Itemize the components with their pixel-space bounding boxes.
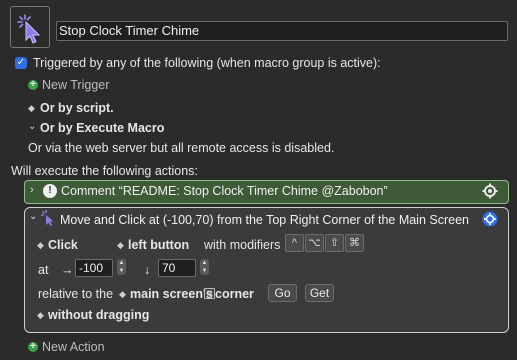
updown-chevron-icon: ◆ (37, 310, 44, 320)
new-trigger-button[interactable]: New Trigger (42, 78, 109, 92)
cursor-click-icon (17, 14, 41, 44)
y-offset-field[interactable]: 70 (158, 259, 196, 277)
corner-select-icon[interactable]: ◳ (204, 288, 215, 299)
gear-icon[interactable] (482, 183, 498, 199)
go-button[interactable]: Go (268, 284, 297, 302)
new-action-button[interactable]: New Action (42, 340, 105, 354)
x-offset-field[interactable]: -100 (75, 259, 113, 277)
chevron-down-icon[interactable]: ⌄ (28, 121, 36, 132)
option-modifier-toggle[interactable]: ⌥ (305, 234, 324, 252)
updown-chevron-icon: ◆ (119, 289, 126, 299)
or-by-script[interactable]: Or by script. (40, 101, 114, 115)
chevron-down-icon[interactable]: ⌄ (29, 211, 37, 222)
relative-screen-select[interactable]: main screen's (130, 287, 213, 301)
web-server-note: Or via the web server but all remote acc… (28, 141, 335, 155)
click-type-select[interactable]: Click (48, 238, 78, 252)
comment-bubble-icon: ! (43, 184, 57, 198)
cursor-click-icon (40, 209, 58, 230)
trigger-checkbox[interactable]: ✓ (15, 57, 27, 69)
get-button[interactable]: Get (305, 284, 334, 302)
right-arrow-icon: → (61, 263, 74, 277)
down-arrow-icon: ↓ (144, 263, 151, 277)
chevron-right-icon[interactable]: › (30, 184, 34, 196)
or-by-execute-macro[interactable]: Or by Execute Macro (40, 121, 164, 135)
corner-label[interactable]: corner (215, 287, 254, 301)
mouse-button-select[interactable]: left button (128, 238, 189, 252)
x-stepper[interactable]: ▲ ▼ (117, 259, 126, 275)
macro-title-field[interactable]: Stop Clock Timer Chime (56, 21, 508, 41)
updown-chevron-icon: ◆ (28, 103, 35, 113)
move-click-title: Move and Click at (-100,70) from the Top… (60, 213, 469, 227)
at-label: at (38, 263, 49, 277)
control-modifier-toggle[interactable]: ^ (285, 234, 304, 252)
updown-chevron-icon: ◆ (37, 240, 44, 250)
gear-icon[interactable] (482, 211, 498, 227)
relative-to-label: relative to the (38, 287, 114, 301)
trigger-label: Triggered by any of the following (when … (33, 56, 381, 70)
updown-chevron-icon: ◆ (117, 240, 124, 250)
actions-header: Will execute the following actions: (11, 164, 198, 178)
checkmark-icon: ✓ (16, 57, 26, 68)
new-trigger-plus-icon[interactable]: + (28, 80, 38, 90)
drag-option-select[interactable]: without dragging (48, 308, 149, 322)
command-modifier-toggle[interactable]: ⌘ (345, 234, 364, 252)
with-modifiers-label: with modifiers (204, 238, 281, 252)
shift-modifier-toggle[interactable]: ⇧ (325, 234, 344, 252)
macro-icon-well[interactable] (10, 6, 50, 48)
y-stepper[interactable]: ▲ ▼ (200, 259, 209, 275)
comment-action-label: Comment “README: Stop Clock Timer Chime … (61, 184, 388, 198)
new-action-plus-icon[interactable]: + (28, 342, 38, 352)
